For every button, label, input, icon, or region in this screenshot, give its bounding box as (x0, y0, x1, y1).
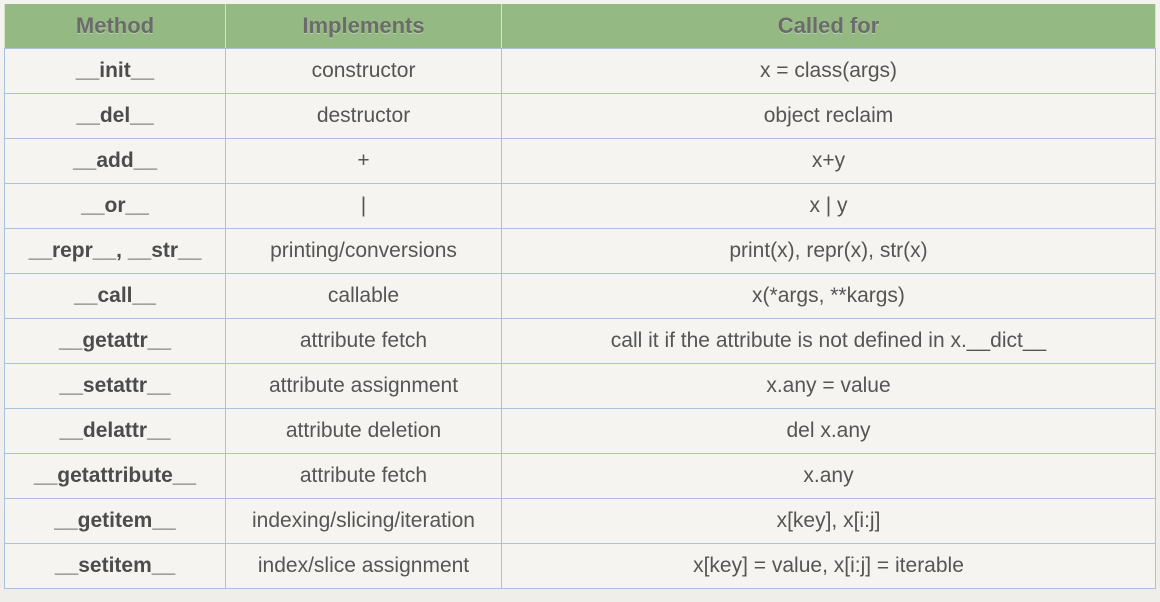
called-for-cell: call it if the attribute is not defined … (501, 318, 1156, 364)
header-row: Method Implements Called for (4, 4, 1156, 49)
table-row: __setitem__ index/slice assignment x[key… (4, 543, 1156, 589)
table-row: __call__ callable x(*args, **kargs) (4, 273, 1156, 319)
implements-cell: indexing/slicing/iteration (225, 498, 502, 544)
called-for-cell: x+y (501, 138, 1156, 184)
table-row: __delattr__ attribute deletion del x.any (4, 408, 1156, 454)
table-row: __repr__, __str__ printing/conversions p… (4, 228, 1156, 274)
method-cell: __setattr__ (4, 363, 226, 409)
method-cell: __repr__, __str__ (4, 228, 226, 274)
called-for-cell: object reclaim (501, 93, 1156, 139)
implements-cell: constructor (225, 48, 502, 94)
called-for-cell: x[key], x[i:j] (501, 498, 1156, 544)
called-for-cell: x.any = value (501, 363, 1156, 409)
table-row: __getattribute__ attribute fetch x.any (4, 453, 1156, 499)
implements-cell: | (225, 183, 502, 229)
called-for-cell: x(*args, **kargs) (501, 273, 1156, 319)
method-cell: __add__ (4, 138, 226, 184)
table-row: __add__ + x+y (4, 138, 1156, 184)
page-background: Method Implements Called for __init__ co… (0, 0, 1160, 602)
method-cell: __delattr__ (4, 408, 226, 454)
implements-cell: callable (225, 273, 502, 319)
method-cell: __getattr__ (4, 318, 226, 364)
header-implements: Implements (225, 4, 502, 49)
implements-cell: attribute deletion (225, 408, 502, 454)
implements-cell: + (225, 138, 502, 184)
table-row: __init__ constructor x = class(args) (4, 48, 1156, 94)
table-row: __setattr__ attribute assignment x.any =… (4, 363, 1156, 409)
table-row: __getitem__ indexing/slicing/iteration x… (4, 498, 1156, 544)
header-method: Method (4, 4, 226, 49)
method-cell: __init__ (4, 48, 226, 94)
implements-cell: printing/conversions (225, 228, 502, 274)
called-for-cell: x[key] = value, x[i:j] = iterable (501, 543, 1156, 589)
called-for-cell: x.any (501, 453, 1156, 499)
method-cell: __call__ (4, 273, 226, 319)
method-cell: __getitem__ (4, 498, 226, 544)
table-row: __getattr__ attribute fetch call it if t… (4, 318, 1156, 364)
method-cell: __del__ (4, 93, 226, 139)
table-row: __del__ destructor object reclaim (4, 93, 1156, 139)
methods-table: Method Implements Called for __init__ co… (4, 4, 1156, 589)
implements-cell: index/slice assignment (225, 543, 502, 589)
method-cell: __or__ (4, 183, 226, 229)
implements-cell: attribute fetch (225, 318, 502, 364)
called-for-cell: print(x), repr(x), str(x) (501, 228, 1156, 274)
table-row: __or__ | x | y (4, 183, 1156, 229)
header-called-for: Called for (501, 4, 1156, 49)
called-for-cell: x | y (501, 183, 1156, 229)
implements-cell: destructor (225, 93, 502, 139)
implements-cell: attribute assignment (225, 363, 502, 409)
called-for-cell: del x.any (501, 408, 1156, 454)
method-cell: __setitem__ (4, 543, 226, 589)
method-cell: __getattribute__ (4, 453, 226, 499)
called-for-cell: x = class(args) (501, 48, 1156, 94)
implements-cell: attribute fetch (225, 453, 502, 499)
